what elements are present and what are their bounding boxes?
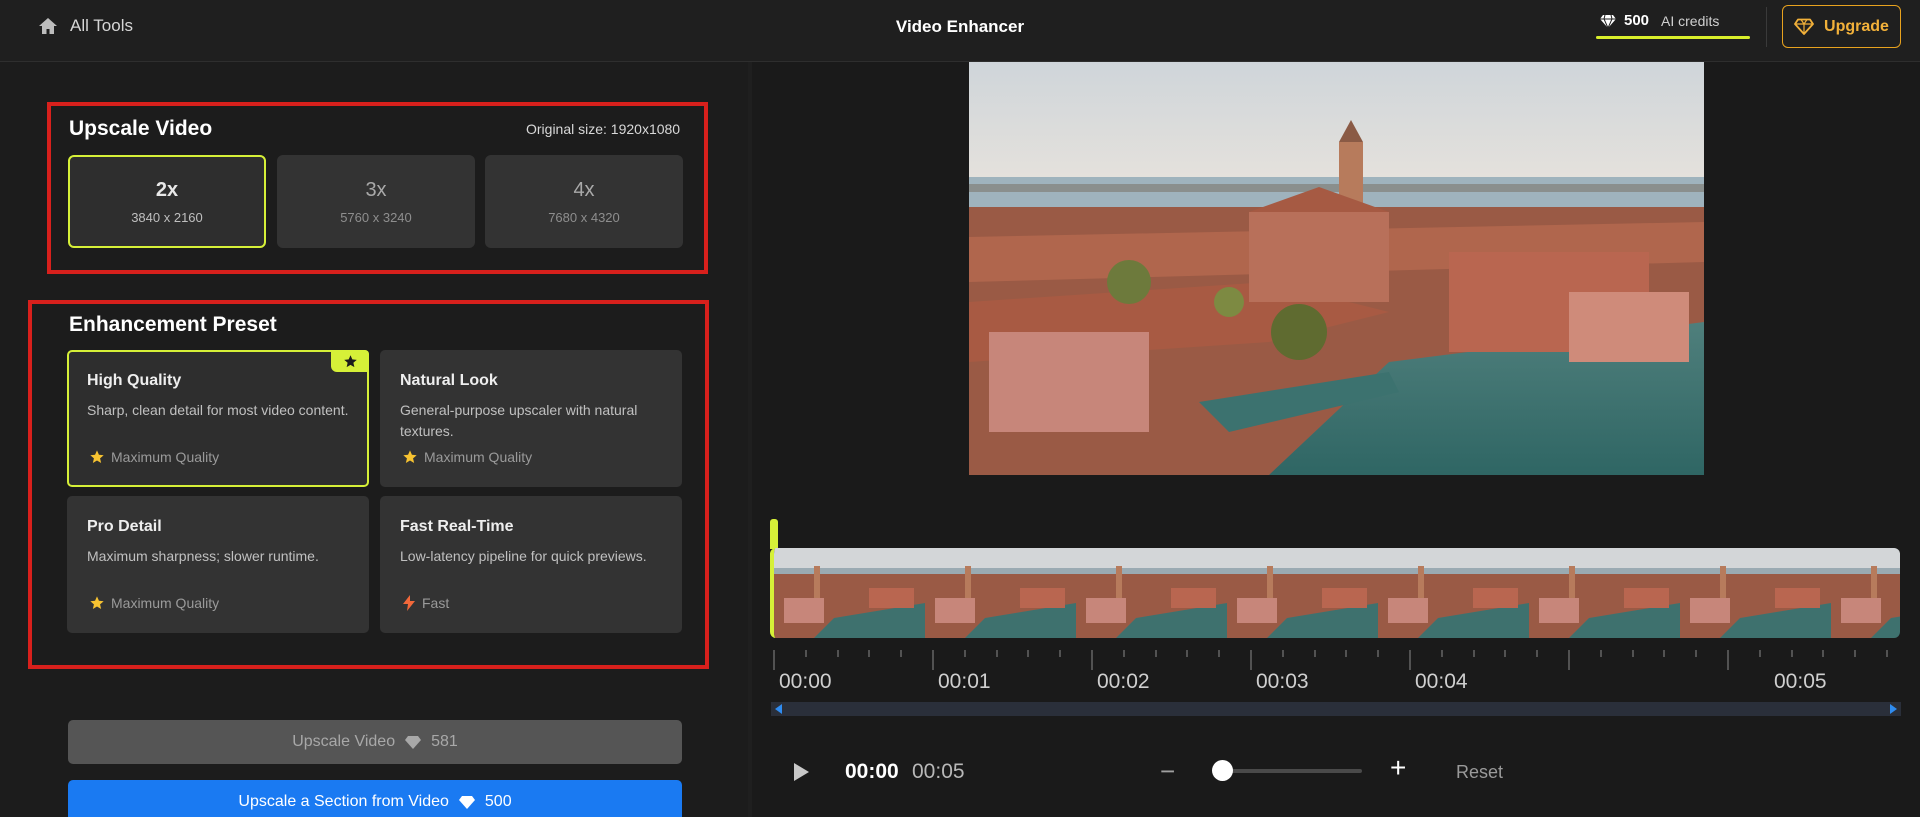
time-label: 00:02	[1097, 670, 1150, 693]
zoom-slider-knob[interactable]	[1212, 760, 1233, 781]
preset-tag-label: Maximum Quality	[111, 595, 220, 611]
section-button-label: Upscale a Section from Video	[238, 793, 449, 810]
diamond-icon	[458, 796, 475, 809]
gem-icon	[1794, 18, 1814, 35]
credits-progress-bar	[1596, 36, 1750, 39]
preset-name: High Quality	[87, 372, 182, 389]
preset-high-quality[interactable]: High Quality Sharp, clean detail for mos…	[67, 350, 369, 487]
star-icon	[343, 354, 357, 367]
time-label: 00:00	[779, 670, 832, 693]
scale-option-3x[interactable]: 3x 5760 x 3240	[277, 155, 475, 248]
upscale-video-button[interactable]: Upscale Video 581	[68, 720, 682, 764]
star-icon	[90, 450, 104, 463]
diamond-icon	[1600, 14, 1616, 28]
scale-factor: 3x	[365, 178, 387, 201]
scale-factor: 2x	[155, 178, 179, 201]
playhead-handle[interactable]	[770, 519, 778, 549]
timeline-ruler: 00:00 00:01 00:02 00:03 00:04 00:05	[770, 640, 1900, 710]
time-label: 00:04	[1415, 670, 1468, 693]
upscale-button-label: Upscale Video	[292, 733, 396, 750]
star-icon	[403, 450, 417, 463]
recommended-badge	[331, 350, 369, 372]
upscale-button-cost: 581	[431, 733, 458, 750]
reset-button[interactable]: Reset	[1456, 762, 1503, 783]
diamond-icon	[405, 736, 422, 749]
venice-aerial-image	[969, 62, 1704, 475]
upscale-section-button[interactable]: Upscale a Section from Video 500	[68, 780, 682, 817]
top-bar: All Tools Video Enhancer 500 AI credits …	[0, 0, 1920, 62]
credits-label: AI credits	[1661, 12, 1720, 29]
upscale-section-title: Upscale Video	[69, 117, 213, 140]
preset-tag: Maximum Quality	[402, 449, 532, 465]
video-preview	[969, 62, 1704, 475]
play-icon[interactable]	[792, 762, 810, 782]
scale-resolution: 3840 x 2160	[131, 209, 203, 225]
preset-name: Fast Real-Time	[400, 518, 514, 535]
bolt-icon	[403, 595, 415, 611]
preset-tag: Fast	[402, 595, 449, 611]
upgrade-label: Upgrade	[1824, 17, 1889, 35]
filmstrip-thumbnails	[774, 548, 1900, 638]
duration-time: 00:05	[912, 760, 965, 783]
preset-name: Pro Detail	[87, 518, 162, 535]
preset-tag-label: Maximum Quality	[111, 449, 220, 465]
zoom-in-button[interactable]: +	[1390, 752, 1406, 784]
current-time: 00:00	[845, 760, 899, 783]
preset-description: Sharp, clean detail for most video conte…	[87, 402, 349, 418]
ruler-ticks	[773, 650, 1888, 670]
time-label: 00:01	[938, 670, 991, 693]
preset-name: Natural Look	[400, 372, 498, 389]
preset-tag: Maximum Quality	[89, 449, 219, 465]
zoom-out-button[interactable]: −	[1160, 756, 1175, 787]
preset-description: Maximum sharpness; slower runtime.	[87, 548, 319, 564]
credits-value: 500	[1624, 12, 1650, 29]
all-tools-label: All Tools	[70, 16, 133, 35]
zoom-slider-track[interactable]	[1222, 769, 1362, 773]
scale-option-2x[interactable]: 2x 3840 x 2160	[68, 155, 266, 248]
scroll-right-arrow[interactable]	[1890, 704, 1897, 714]
scale-resolution: 5760 x 3240	[340, 209, 412, 225]
preset-pro-detail[interactable]: Pro Detail Maximum sharpness; slower run…	[67, 496, 369, 633]
star-icon	[90, 596, 104, 609]
preset-tag: Maximum Quality	[89, 595, 219, 611]
preset-section-title: Enhancement Preset	[69, 313, 277, 336]
section-button-cost: 500	[484, 793, 512, 810]
credits-indicator: 500 AI credits	[1596, 12, 1750, 42]
preset-description: Low-latency pipeline for quick previews.	[400, 548, 647, 564]
preset-tag-label: Fast	[422, 595, 450, 611]
timeline-filmstrip[interactable]	[770, 548, 1900, 638]
scale-option-4x[interactable]: 4x 7680 x 4320	[485, 155, 683, 248]
scale-resolution: 7680 x 4320	[548, 209, 620, 225]
time-label: 00:05	[1774, 670, 1827, 693]
preset-fast-real-time[interactable]: Fast Real-Time Low-latency pipeline for …	[380, 496, 682, 633]
all-tools-link[interactable]: All Tools	[38, 16, 133, 36]
preset-description: General-purpose upscaler with natural te…	[400, 402, 638, 439]
upgrade-button[interactable]: Upgrade	[1782, 5, 1901, 48]
preset-tag-label: Maximum Quality	[424, 449, 533, 465]
original-size-label: Original size: 1920x1080	[526, 121, 681, 137]
home-icon	[39, 18, 57, 34]
scroll-left-arrow[interactable]	[775, 704, 782, 714]
scale-factor: 4x	[573, 178, 595, 201]
header-divider	[1766, 7, 1767, 47]
time-label: 00:03	[1256, 670, 1309, 693]
preset-natural-look[interactable]: Natural Look General-purpose upscaler wi…	[380, 350, 682, 487]
timeline-scrollbar[interactable]	[771, 702, 1901, 716]
